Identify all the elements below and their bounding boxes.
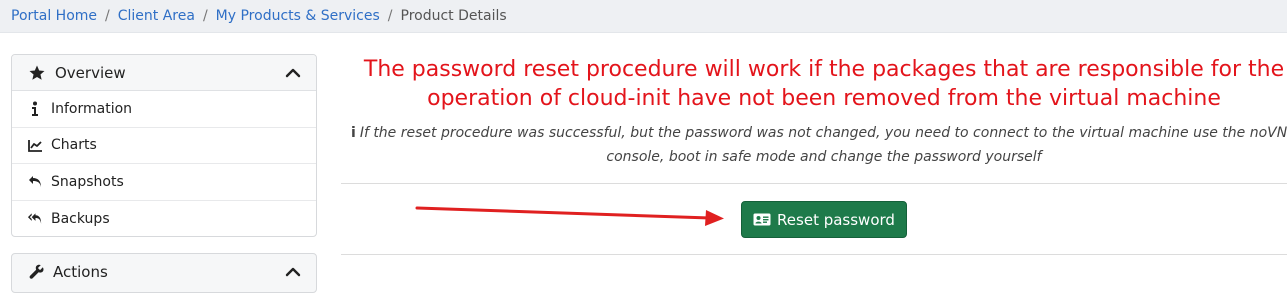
info-note: i If the reset procedure was successful, … bbox=[341, 121, 1287, 169]
sidebar-actions-header[interactable]: Actions bbox=[11, 253, 317, 293]
sidebar-overview-panel: Overview Information Charts Snapshots Ba… bbox=[11, 54, 317, 237]
cloud-init-warning: The password reset procedure will work i… bbox=[363, 57, 1285, 111]
sidebar-item-label: Backups bbox=[51, 210, 110, 227]
breadcrumb-current: Product Details bbox=[400, 8, 507, 24]
wrench-icon bbox=[29, 264, 44, 279]
sidebar-item-charts[interactable]: Charts bbox=[12, 128, 316, 164]
info-icon bbox=[27, 101, 43, 117]
chevron-up-icon[interactable] bbox=[285, 65, 301, 81]
breadcrumb-portal-home[interactable]: Portal Home bbox=[11, 8, 97, 24]
sidebar-item-label: Charts bbox=[51, 137, 97, 154]
reset-password-label: Reset password bbox=[777, 210, 895, 229]
breadcrumb-my-products[interactable]: My Products & Services bbox=[216, 8, 380, 24]
sidebar-overview-header[interactable]: Overview bbox=[12, 55, 316, 91]
breadcrumb: Portal Home / Client Area / My Products … bbox=[0, 0, 1287, 33]
breadcrumb-separator: / bbox=[105, 8, 110, 24]
breadcrumb-client-area[interactable]: Client Area bbox=[118, 8, 195, 24]
sidebar-overview-title: Overview bbox=[55, 63, 126, 82]
id-card-icon bbox=[753, 213, 771, 226]
star-icon bbox=[29, 65, 45, 80]
red-arrow-annotation bbox=[415, 206, 724, 226]
breadcrumb-separator: / bbox=[387, 8, 393, 24]
area-chart-icon bbox=[27, 137, 43, 153]
info-icon: i bbox=[351, 125, 356, 141]
undo-icon bbox=[27, 174, 43, 190]
reset-password-button[interactable]: Reset password bbox=[741, 201, 907, 238]
sidebar-item-information[interactable]: Information bbox=[12, 91, 316, 128]
chevron-up-icon[interactable] bbox=[285, 264, 301, 280]
sidebar-item-label: Snapshots bbox=[51, 173, 124, 190]
sidebar-item-backups[interactable]: Backups bbox=[12, 201, 316, 238]
divider bbox=[341, 183, 1287, 184]
sidebar-actions-title: Actions bbox=[53, 263, 108, 281]
breadcrumb-separator: / bbox=[202, 8, 208, 24]
divider bbox=[341, 254, 1287, 255]
sidebar-item-label: Information bbox=[51, 100, 133, 117]
undo-all-icon bbox=[27, 211, 43, 227]
sidebar-item-snapshots[interactable]: Snapshots bbox=[12, 164, 316, 201]
info-note-text: If the reset procedure was successful, b… bbox=[359, 125, 1287, 165]
